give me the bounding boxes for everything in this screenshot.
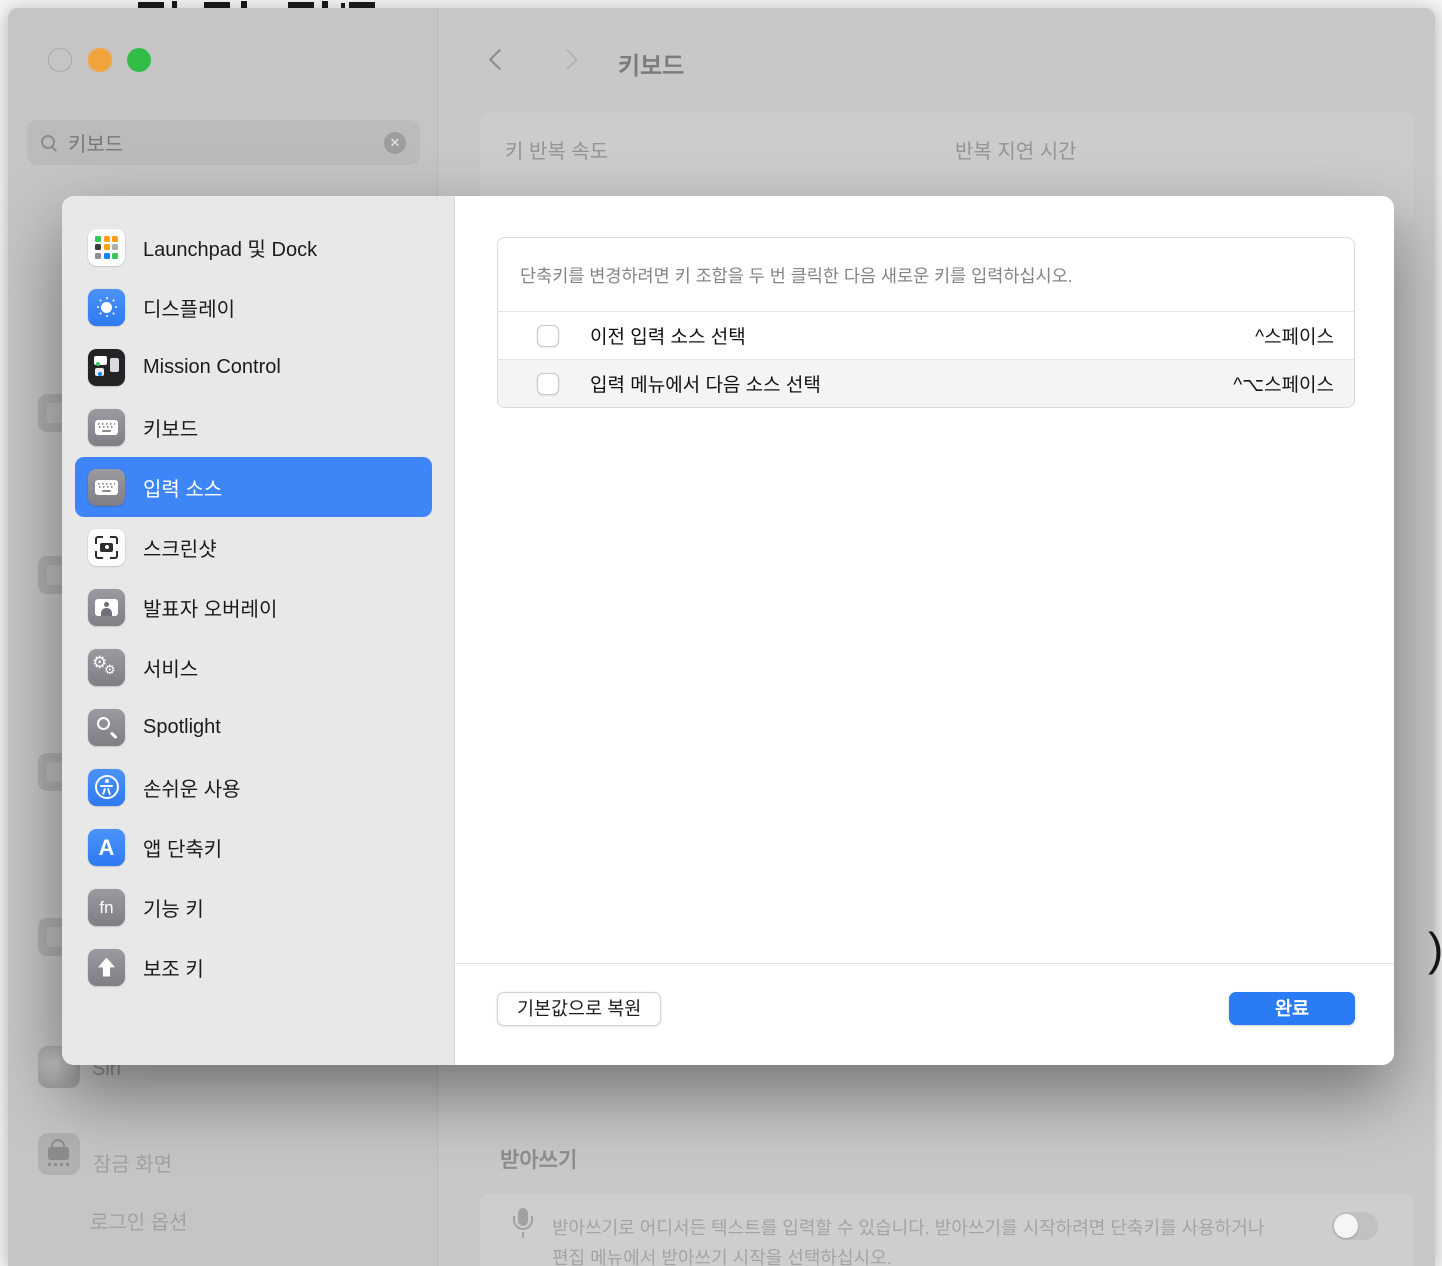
search-icon <box>41 135 56 150</box>
dictation-description-line1: 받아쓰기로 어디서든 텍스트를 입력할 수 있습니다. 받아쓰기를 시작하려면 … <box>552 1214 1264 1240</box>
cropped-content-strip <box>0 0 1442 8</box>
sidebar-item-label: 기능 키 <box>143 893 204 922</box>
sidebar-item-label: 손쉬운 사용 <box>143 773 241 802</box>
shortcuts-sidebar: Launchpad 및 Dock 디스플레이 Mission Control 키… <box>62 196 455 1065</box>
chevron-right-icon[interactable] <box>557 49 578 70</box>
mission-control-windows-icon <box>88 349 125 386</box>
checkbox-unchecked[interactable] <box>537 325 559 347</box>
presenter-overlay-icon <box>88 589 125 626</box>
shortcut-row-next-input-source[interactable]: 입력 메뉴에서 다음 소스 선택 ^⌥스페이스 <box>498 359 1354 407</box>
dictation-description-line2: 편집 메뉴에서 받아쓰기 시작을 선택하십시오. <box>552 1244 892 1266</box>
shortcuts-instruction: 단축키를 변경하려면 키 조합을 두 번 클릭한 다음 새로운 키를 입력하십시… <box>498 238 1354 311</box>
zoom-window-button[interactable] <box>127 48 151 72</box>
sidebar-item-label: Mission Control <box>143 356 281 379</box>
modifier-keys-arrow-icon <box>88 949 125 986</box>
sidebar-item-label: 디스플레이 <box>143 293 235 322</box>
keyboard-shortcuts-sheet: Launchpad 및 Dock 디스플레이 Mission Control 키… <box>62 196 1394 1065</box>
display-sun-icon <box>88 289 125 326</box>
spotlight-magnifier-icon <box>88 709 125 746</box>
chevron-left-icon[interactable] <box>489 49 510 70</box>
clear-search-icon[interactable]: ✕ <box>384 132 406 154</box>
shortcuts-content: 단축키를 변경하려면 키 조합을 두 번 클릭한 다음 새로운 키를 입력하십시… <box>455 196 1394 1065</box>
checkbox-unchecked[interactable] <box>537 373 559 395</box>
sidebar-item-label: 서비스 <box>143 653 198 682</box>
sidebar-item-lock-screen[interactable]: 잠금 화면 <box>93 1148 172 1177</box>
sidebar-item-displays[interactable]: 디스플레이 <box>75 277 432 337</box>
sidebar-item-label: 발표자 오버레이 <box>143 593 277 622</box>
sidebar-item-label: 보조 키 <box>143 953 204 982</box>
keyboard-icon <box>88 469 125 506</box>
search-input[interactable] <box>68 131 384 154</box>
app-shortcuts-a-icon: A <box>88 829 125 866</box>
accessibility-icon <box>88 769 125 806</box>
dictation-title: 받아쓰기 <box>500 1144 577 1174</box>
minimize-window-button[interactable] <box>88 48 112 72</box>
page-title: 키보드 <box>618 46 684 81</box>
sidebar-item-services[interactable]: ⚙⚙ 서비스 <box>75 637 432 697</box>
key-repeat-label: 키 반복 속도 <box>505 135 608 164</box>
shortcuts-panel: 단축키를 변경하려면 키 조합을 두 번 클릭한 다음 새로운 키를 입력하십시… <box>497 237 1355 408</box>
sidebar-item-label: Spotlight <box>143 716 221 739</box>
sidebar-item-function-keys[interactable]: fn 기능 키 <box>75 877 432 937</box>
repeat-delay-label: 반복 지연 시간 <box>955 135 1077 164</box>
launchpad-grid-icon <box>88 229 125 266</box>
sidebar-item-label: 스크린샷 <box>143 533 217 562</box>
sidebar-item-label: 입력 소스 <box>143 473 222 502</box>
sidebar-item-launchpad-dock[interactable]: Launchpad 및 Dock <box>75 217 432 277</box>
sidebar-item-spotlight[interactable]: Spotlight <box>75 697 432 757</box>
keyboard-icon <box>88 409 125 446</box>
shortcut-label: 입력 메뉴에서 다음 소스 선택 <box>590 370 821 397</box>
sidebar-item-input-sources[interactable]: 입력 소스 <box>75 457 432 517</box>
sidebar-item-accessibility[interactable]: 손쉬운 사용 <box>75 757 432 817</box>
settings-search-field[interactable]: ✕ <box>27 120 420 165</box>
screenshot-camera-icon <box>88 529 125 566</box>
lock-screen-icon <box>38 1133 80 1175</box>
dictation-card: 받아쓰기로 어디서든 텍스트를 입력할 수 있습니다. 받아쓰기를 시작하려면 … <box>480 1194 1413 1266</box>
microphone-icon <box>510 1208 536 1250</box>
sidebar-item-label: 앱 단축키 <box>143 833 222 862</box>
close-window-button[interactable] <box>48 48 72 72</box>
footer-divider <box>455 963 1394 964</box>
sidebar-item-mission-control[interactable]: Mission Control <box>75 337 432 397</box>
sidebar-item-presenter-overlay[interactable]: 발표자 오버레이 <box>75 577 432 637</box>
services-gears-icon: ⚙⚙ <box>88 649 125 686</box>
sidebar-item-app-shortcuts[interactable]: A 앱 단축키 <box>75 817 432 877</box>
sidebar-item-label: Launchpad 및 Dock <box>143 233 317 262</box>
screen: ✕ Siri 잠금 화면 로그인 옵션 키보드 키 반복 속도 반복 지연 시간 <box>0 0 1442 1266</box>
sidebar-item-label: 키보드 <box>143 413 198 442</box>
sidebar-item-login-options[interactable]: 로그인 옵션 <box>90 1206 188 1235</box>
cropped-edge-glyph: ) <box>1428 922 1442 976</box>
shortcut-keys[interactable]: ^⌥스페이스 <box>1233 370 1334 397</box>
sidebar-item-modifier-keys[interactable]: 보조 키 <box>75 937 432 997</box>
restore-defaults-button[interactable]: 기본값으로 복원 <box>497 992 661 1026</box>
sidebar-item-screenshots[interactable]: 스크린샷 <box>75 517 432 577</box>
done-button[interactable]: 완료 <box>1229 992 1355 1025</box>
shortcut-row-previous-input-source[interactable]: 이전 입력 소스 선택 ^스페이스 <box>498 311 1354 359</box>
shortcut-label: 이전 입력 소스 선택 <box>590 322 746 349</box>
sidebar-item-keyboard[interactable]: 키보드 <box>75 397 432 457</box>
shortcut-keys[interactable]: ^스페이스 <box>1255 322 1334 349</box>
fn-key-icon: fn <box>88 889 125 926</box>
dictation-toggle[interactable] <box>1332 1212 1378 1240</box>
